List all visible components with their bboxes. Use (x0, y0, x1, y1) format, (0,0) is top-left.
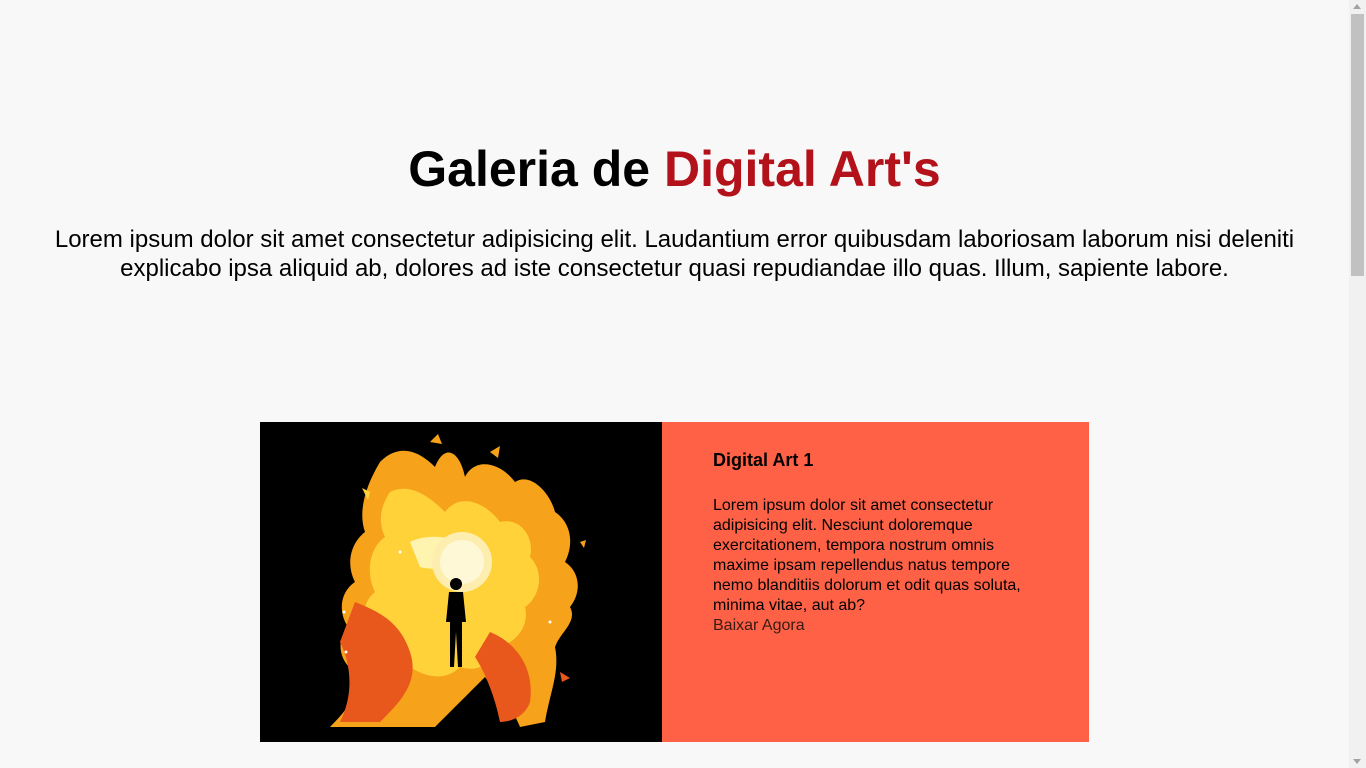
art-card-title: Digital Art 1 (713, 450, 814, 470)
page-title-prefix: Galeria de (408, 141, 664, 197)
fire-silhouette-artwork (260, 422, 662, 742)
download-now-link[interactable]: Baixar Agora (713, 616, 1049, 636)
page-description: Lorem ipsum dolor sit amet consectetur a… (54, 226, 1295, 282)
art-image (260, 422, 662, 742)
scrollbar-thumb[interactable] (1351, 14, 1364, 276)
scroll-down-arrow-icon[interactable] (1353, 759, 1361, 764)
art-card: Digital Art 1 Lorem ipsum dolor sit amet… (260, 422, 1089, 742)
vertical-scrollbar[interactable] (1349, 0, 1366, 768)
art-card-description: Lorem ipsum dolor sit amet consectetur a… (713, 497, 1021, 614)
page: Galeria de Digital Art's Lorem ipsum dol… (0, 0, 1349, 768)
page-title: Galeria de Digital Art's (0, 138, 1349, 200)
scroll-up-arrow-icon[interactable] (1353, 4, 1361, 9)
page-title-accent: Digital Art's (663, 141, 941, 197)
art-card-body: Digital Art 1 Lorem ipsum dolor sit amet… (662, 422, 1089, 742)
